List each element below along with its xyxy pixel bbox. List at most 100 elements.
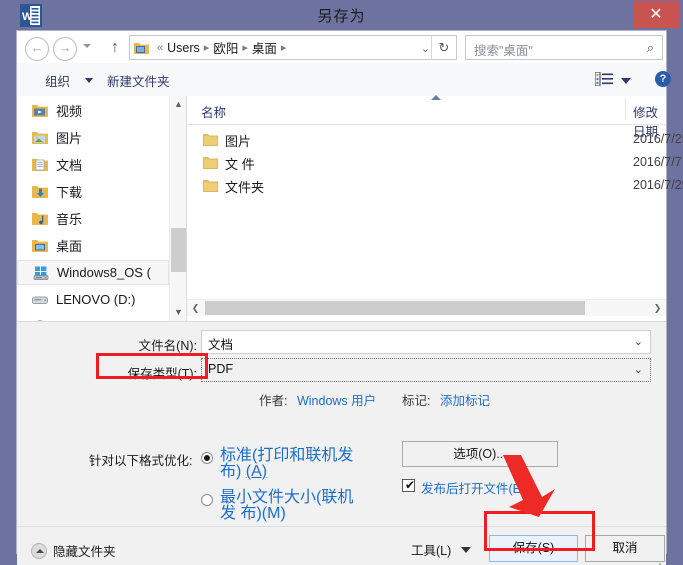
table-row[interactable]: 文件夹 2016/7/25 14:23 文件夹 <box>187 175 683 197</box>
sidebar-item-videos[interactable]: 视频 <box>31 98 169 123</box>
file-list-header: 名称 修改日期 类型 <box>187 95 666 139</box>
breadcrumb-prefix: « <box>157 41 164 54</box>
breadcrumb-separator: ▸ <box>203 42 210 54</box>
sidebar-item-lenovo-d[interactable]: LENOVO (D:) <box>31 287 169 312</box>
sidebar-item-windows8-os[interactable]: Windows8_OS ( <box>17 260 169 285</box>
save-options-form: 文件名(N): 文档 ⌄ 保存类型(T): PDF ⌄ 作者: Windows … <box>17 321 666 527</box>
chevron-down-icon[interactable] <box>85 78 93 83</box>
breadcrumb-item-user[interactable]: 欧阳 <box>213 38 238 57</box>
sidebar-item-label: 文档 <box>56 158 83 173</box>
title-bar: W 另存为 ✕ <box>0 0 683 30</box>
tools-button[interactable]: 工具(L) <box>411 540 451 559</box>
sidebar-item-label: 图片 <box>56 131 83 146</box>
organize-button[interactable]: 组织 <box>45 71 70 90</box>
refresh-icon[interactable]: ↻ <box>431 36 456 59</box>
scroll-down-icon[interactable]: ▼ <box>170 304 187 321</box>
address-bar[interactable]: « Users ▸ 欧阳 ▸ 桌面 ▸ ⌄ ↻ <box>129 35 457 60</box>
chevron-down-icon[interactable]: ⌄ <box>421 42 430 55</box>
help-icon[interactable]: ? <box>655 71 671 87</box>
search-placeholder: 搜索"桌面" <box>474 44 533 58</box>
author-value[interactable]: Windows 用户 <box>297 394 376 408</box>
radio-standard[interactable] <box>201 452 213 464</box>
view-dropdown-icon[interactable] <box>621 78 631 84</box>
publish-open-checkbox[interactable]: ✔ <box>402 478 416 492</box>
scroll-right-icon[interactable]: ❯ <box>649 300 666 316</box>
browser-content: 视频 图片 文档 下载 音乐 桌面 Windows8_OS (LENOVO (… <box>17 95 683 321</box>
folder-icon <box>203 134 218 146</box>
sidebar-item-pictures[interactable]: 图片 <box>31 125 169 150</box>
music-folder-icon <box>32 212 48 225</box>
scroll-left-icon[interactable]: ❮ <box>187 300 204 316</box>
file-date: 2016/7/25 14:23 <box>633 178 683 192</box>
sidebar-item-label: LENOVO (D:) <box>56 292 136 307</box>
file-name: 图片 <box>225 134 252 149</box>
author-field: 作者: Windows 用户 <box>259 390 376 409</box>
file-list-pane: 名称 修改日期 类型 图片 2016/7/25 14:39 文件夹 <box>187 95 683 321</box>
savetype-select[interactable]: PDF ⌄ <box>201 358 651 382</box>
optimize-label: 针对以下格式优化: <box>89 454 193 468</box>
chevron-down-icon[interactable] <box>461 547 471 553</box>
radio-standard-label[interactable]: 标准(打印和联机发布) (A) <box>220 448 360 480</box>
sidebar-item-label: 下载 <box>56 185 83 200</box>
sidebar-item-label: Windows8_OS ( <box>57 265 151 280</box>
scroll-up-icon[interactable]: ▲ <box>170 96 187 113</box>
dialog-body: ← → ↑ « Users ▸ 欧阳 ▸ 桌面 ▸ ⌄ ↻ 搜索"桌面" ⌕ 组… <box>16 30 683 565</box>
radio-standard-line2: (A) <box>245 463 268 480</box>
file-name: 文件夹 <box>225 180 265 195</box>
column-header-name[interactable]: 名称 <box>201 102 226 121</box>
savetype-label: 保存类型(T): <box>127 367 197 381</box>
breadcrumb-item-users[interactable]: Users <box>167 41 200 55</box>
file-date: 2016/7/25 14:39 <box>633 132 683 146</box>
column-divider[interactable] <box>625 98 626 120</box>
sort-indicator-icon <box>431 95 441 100</box>
navigation-pane-scrollbar[interactable]: ▲ ▼ <box>169 96 186 321</box>
sidebar-item-label: 音乐 <box>56 212 83 227</box>
dialog-footer: 隐藏文件夹 工具(L) 保存(S) 取消 <box>17 526 666 565</box>
save-as-dialog-window: W 另存为 ✕ ← → ↑ « Users ▸ 欧阳 ▸ 桌面 ▸ ⌄ ↻ 搜索… <box>0 0 683 565</box>
navigation-bar: ← → ↑ « Users ▸ 欧阳 ▸ 桌面 ▸ ⌄ ↻ 搜索"桌面" ⌕ <box>17 31 666 63</box>
sidebar-item-dvd-drive[interactable]: DVD RW 驱动器 <box>31 314 169 321</box>
view-layout-icon[interactable] <box>595 72 613 86</box>
sidebar-item-downloads[interactable]: 下载 <box>31 179 169 204</box>
new-folder-button[interactable]: 新建文件夹 <box>107 71 170 90</box>
tags-field: 标记: 添加标记 <box>402 390 490 409</box>
back-button[interactable]: ← <box>25 37 49 61</box>
forward-button[interactable]: → <box>53 37 77 61</box>
file-list-horizontal-scrollbar[interactable]: ❮ ❯ <box>187 299 666 316</box>
breadcrumb-separator: ▸ <box>242 42 248 54</box>
scrollbar-thumb[interactable] <box>205 301 585 315</box>
options-button[interactable]: 选项(O)... <box>402 441 558 467</box>
window-title: 另存为 <box>317 8 366 25</box>
sidebar-item-label: 视频 <box>56 104 83 119</box>
scrollbar-thumb[interactable] <box>171 228 186 272</box>
filename-input[interactable]: 文档 ⌄ <box>201 330 651 354</box>
radio-standard-line1: 标准(打印和联机发布) <box>220 447 354 480</box>
author-label: 作者: <box>259 394 288 408</box>
up-button[interactable]: ↑ <box>105 37 125 59</box>
filename-value: 文档 <box>208 338 234 352</box>
search-input[interactable]: 搜索"桌面" ⌕ <box>465 35 663 60</box>
cancel-button[interactable]: 取消 <box>585 535 665 562</box>
chevron-down-icon[interactable]: ⌄ <box>634 335 643 348</box>
recent-locations-icon[interactable] <box>83 44 91 48</box>
collapse-icon <box>31 542 47 559</box>
breadcrumb-item-desktop[interactable]: 桌面 <box>252 38 277 57</box>
sidebar-item-music[interactable]: 音乐 <box>31 206 169 231</box>
save-button[interactable]: 保存(S) <box>489 535 578 562</box>
close-button[interactable]: ✕ <box>633 1 679 28</box>
publish-open-label[interactable]: 发布后打开文件(E) <box>421 478 525 497</box>
table-row[interactable]: 图片 2016/7/25 14:39 文件夹 <box>187 129 683 151</box>
hide-folders-button[interactable]: 隐藏文件夹 <box>31 541 116 560</box>
check-icon: ✔ <box>405 478 416 492</box>
radio-minsize[interactable] <box>201 494 213 506</box>
chevron-down-icon[interactable]: ⌄ <box>634 363 643 376</box>
file-name: 文 件 <box>225 157 255 172</box>
tags-value[interactable]: 添加标记 <box>440 394 490 408</box>
sidebar-item-documents[interactable]: 文档 <box>31 152 169 177</box>
downloads-folder-icon <box>32 185 48 198</box>
sidebar-item-desktop[interactable]: 桌面 <box>31 233 169 258</box>
table-row[interactable]: 文 件 2016/7/7 11:58 文件夹 <box>187 152 683 174</box>
video-folder-icon <box>32 104 48 117</box>
navigation-pane: 视频 图片 文档 下载 音乐 桌面 Windows8_OS (LENOVO (… <box>17 96 169 321</box>
radio-minsize-label[interactable]: 最小文件大小(联机发 布)(M) <box>220 490 360 522</box>
